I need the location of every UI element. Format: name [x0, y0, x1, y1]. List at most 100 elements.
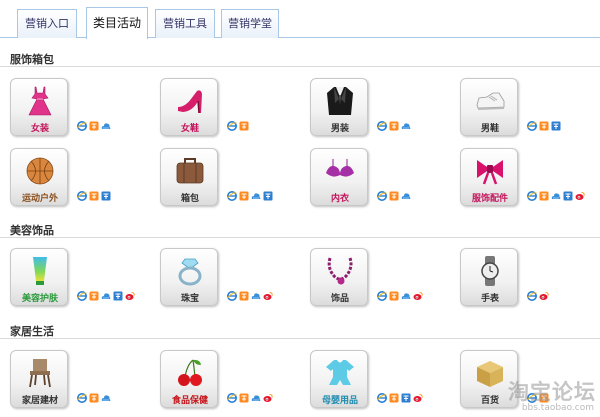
category-tile[interactable]: 母婴用品: [310, 350, 368, 408]
cloud-badge-icon[interactable]: [551, 190, 561, 200]
section-divider: [0, 66, 600, 67]
ie-badge-icon[interactable]: [227, 190, 237, 201]
platform-badges: [227, 190, 275, 202]
category-tile[interactable]: 食品保健: [160, 350, 218, 408]
ie-badge-icon[interactable]: [77, 290, 87, 301]
category-label: 男装: [330, 124, 349, 134]
category-tile[interactable]: 百货: [460, 350, 518, 408]
tab-marketing-school[interactable]: 营销学堂: [221, 9, 279, 38]
taobao-badge-icon[interactable]: [551, 120, 561, 131]
tao-badge-icon[interactable]: [539, 120, 549, 131]
weibo-badge-icon[interactable]: [575, 190, 585, 200]
category-tile[interactable]: 饰品: [310, 248, 368, 306]
tao-badge-icon[interactable]: [539, 190, 549, 201]
ie-badge-icon[interactable]: [377, 190, 387, 201]
ie-badge-icon[interactable]: [377, 290, 387, 301]
category-tile[interactable]: 男装: [310, 78, 368, 136]
ie-badge-icon[interactable]: [527, 120, 537, 131]
category-bags: 箱包: [160, 148, 310, 210]
tao-badge-icon[interactable]: [239, 392, 249, 403]
baby-clothes-icon: [326, 360, 354, 385]
weibo-badge-icon[interactable]: [125, 290, 135, 300]
category-tile[interactable]: 珠宝: [160, 248, 218, 306]
category-tile[interactable]: 男鞋: [460, 78, 518, 136]
ie-badge-icon[interactable]: [527, 290, 537, 301]
category-tile[interactable]: 运动户外: [10, 148, 68, 206]
watch-icon: [481, 256, 499, 286]
platform-badges: [77, 392, 113, 404]
cloud-badge-icon[interactable]: [401, 120, 411, 130]
tao-badge-icon[interactable]: [89, 290, 99, 301]
cloud-badge-icon[interactable]: [101, 392, 111, 402]
taobao-badge-icon[interactable]: [113, 290, 123, 301]
cloud-badge-icon[interactable]: [251, 190, 261, 200]
category-mens-shoes: 男鞋: [460, 78, 600, 140]
category-label: 运动户外: [21, 194, 58, 204]
tab-marketing-tools[interactable]: 营销工具: [155, 9, 215, 38]
category-tile[interactable]: 箱包: [160, 148, 218, 206]
category-tile[interactable]: 美容护肤: [10, 248, 68, 306]
ie-badge-icon[interactable]: [227, 120, 237, 131]
category-tile[interactable]: 内衣: [310, 148, 368, 206]
category-tile[interactable]: 女鞋: [160, 78, 218, 136]
category-tile[interactable]: 家居建材: [10, 350, 68, 408]
ie-badge-icon[interactable]: [227, 290, 237, 301]
cloud-badge-icon[interactable]: [401, 190, 411, 200]
category-tile[interactable]: 服饰配件: [460, 148, 518, 206]
cherry-icon: [178, 359, 202, 386]
ie-badge-icon[interactable]: [377, 392, 387, 403]
weibo-badge-icon[interactable]: [413, 392, 423, 402]
category-jewelry: 珠宝: [160, 248, 310, 310]
ie-badge-icon[interactable]: [77, 392, 87, 403]
category-sports-outdoor: 运动户外: [10, 148, 160, 210]
section-divider: [0, 338, 600, 339]
category-label: 手表: [480, 294, 499, 304]
weibo-badge-icon[interactable]: [539, 290, 549, 300]
tao-badge-icon[interactable]: [389, 120, 399, 131]
dress-icon: [28, 86, 52, 116]
tao-badge-icon[interactable]: [89, 392, 99, 403]
category-label: 百货: [480, 396, 499, 406]
cloud-badge-icon[interactable]: [251, 290, 261, 300]
ie-badge-icon[interactable]: [527, 392, 537, 403]
taobao-badge-icon[interactable]: [401, 392, 411, 403]
ie-badge-icon[interactable]: [527, 190, 537, 201]
category-label: 家居建材: [21, 396, 58, 406]
category-womens-shoes: 女鞋: [160, 78, 310, 140]
platform-badges: [227, 392, 275, 404]
tao-badge-icon[interactable]: [389, 290, 399, 301]
taobao-badge-icon[interactable]: [263, 190, 273, 201]
tab-marketing-entry[interactable]: 营销入口: [17, 9, 77, 38]
tab-category-activities[interactable]: 类目活动: [86, 7, 148, 39]
tao-badge-icon[interactable]: [389, 392, 399, 403]
platform-badges: [377, 392, 425, 404]
tao-badge-icon[interactable]: [89, 190, 99, 201]
tao-badge-icon[interactable]: [239, 290, 249, 301]
weibo-badge-icon[interactable]: [413, 290, 423, 300]
weibo-badge-icon[interactable]: [263, 392, 273, 402]
tao-badge-icon[interactable]: [239, 190, 249, 201]
category-tile[interactable]: 手表: [460, 248, 518, 306]
platform-badges: [77, 190, 113, 202]
category-label: 内衣: [330, 194, 349, 204]
category-label: 珠宝: [180, 294, 199, 304]
ie-badge-icon[interactable]: [227, 392, 237, 403]
ie-badge-icon[interactable]: [77, 120, 87, 131]
ie-badge-icon[interactable]: [77, 190, 87, 201]
cloud-badge-icon[interactable]: [101, 120, 111, 130]
cloud-badge-icon[interactable]: [251, 392, 261, 402]
taobao-badge-icon[interactable]: [101, 190, 111, 201]
taobao-badge-icon[interactable]: [563, 190, 573, 201]
ie-badge-icon[interactable]: [377, 120, 387, 131]
category-tile[interactable]: 女装: [10, 78, 68, 136]
category-home-building: 家居建材: [10, 350, 160, 412]
cloud-badge-icon[interactable]: [401, 290, 411, 300]
platform-badges: [527, 290, 551, 302]
weibo-badge-icon[interactable]: [263, 290, 273, 300]
tao-badge-icon[interactable]: [389, 190, 399, 201]
section-title-beauty: 美容饰品: [10, 224, 54, 237]
cloud-badge-icon[interactable]: [101, 290, 111, 300]
tao-badge-icon[interactable]: [539, 392, 549, 403]
tao-badge-icon[interactable]: [239, 120, 249, 131]
tao-badge-icon[interactable]: [89, 120, 99, 131]
